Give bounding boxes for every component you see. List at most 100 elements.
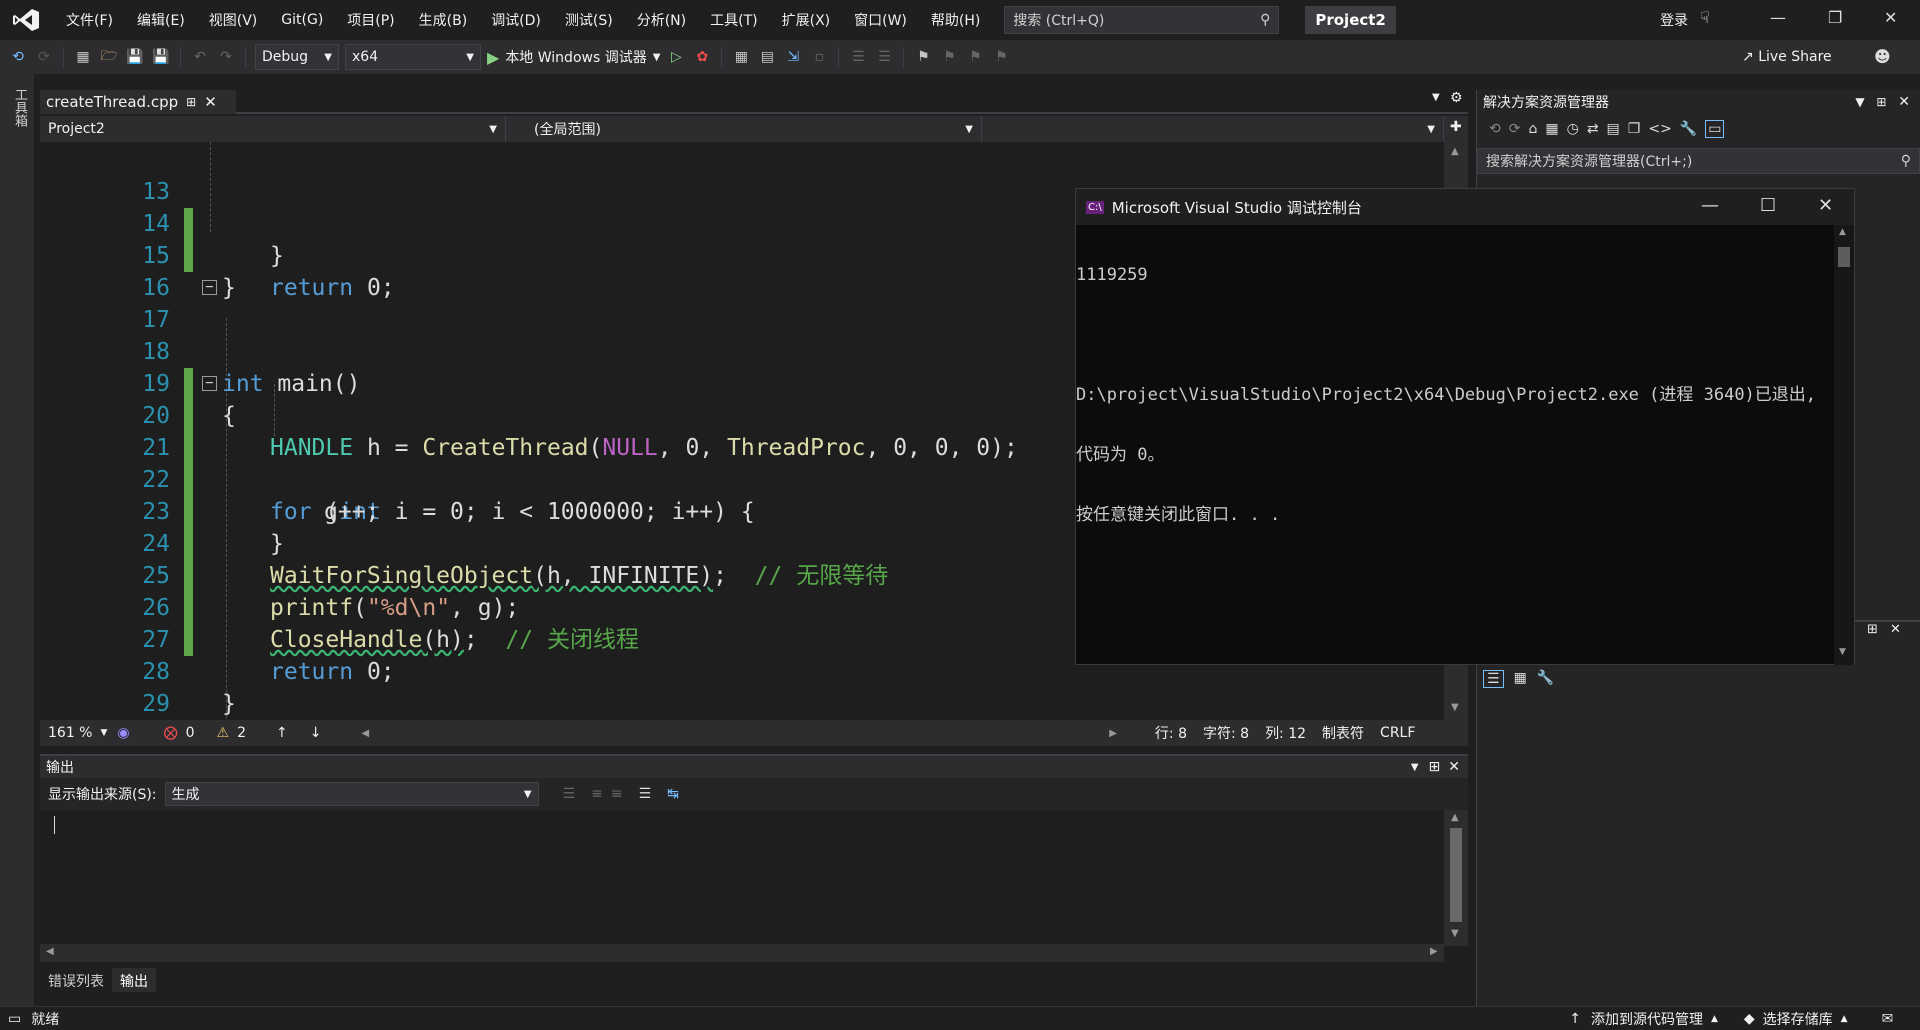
- history-icon[interactable]: ◷: [1567, 121, 1579, 137]
- indent-mode[interactable]: 制表符: [1314, 723, 1372, 743]
- menu-test[interactable]: 测试(S): [553, 10, 625, 30]
- nav-scope-dropdown[interactable]: (全局范围) ▼: [506, 116, 982, 142]
- scroll-left-icon[interactable]: ◀: [362, 728, 370, 739]
- tab-list-icon[interactable]: ▼: [1432, 92, 1440, 103]
- collapse-icon[interactable]: −: [202, 280, 217, 295]
- notification-icon[interactable]: ✉: [1882, 1011, 1894, 1027]
- scroll-right-icon[interactable]: ▶: [1109, 728, 1117, 739]
- menu-git[interactable]: Git(G): [269, 12, 335, 28]
- prev-message-icon[interactable]: ≡: [591, 786, 603, 802]
- toolbox-tab[interactable]: 工具箱: [10, 88, 29, 127]
- menu-edit[interactable]: 编辑(E): [125, 10, 197, 30]
- forward-icon[interactable]: ⟳: [34, 47, 54, 67]
- minimize-icon[interactable]: —: [1770, 8, 1786, 27]
- comment-icon[interactable]: ☰: [848, 47, 868, 67]
- zoom-level[interactable]: 161 %: [40, 725, 100, 741]
- tab-output[interactable]: 输出: [112, 968, 156, 992]
- scroll-thumb[interactable]: [1450, 828, 1462, 922]
- preview-icon[interactable]: ▭: [1705, 120, 1725, 138]
- close-icon[interactable]: ✕: [1898, 94, 1910, 110]
- pin-icon[interactable]: ⊞: [1867, 622, 1878, 637]
- minimize-icon[interactable]: —: [1701, 195, 1719, 216]
- property-pages-icon[interactable]: ▦: [1514, 670, 1527, 688]
- account-settings-icon[interactable]: ☟: [1700, 8, 1710, 27]
- menu-tools[interactable]: 工具(T): [698, 10, 769, 30]
- restore-icon[interactable]: ❐: [1828, 8, 1842, 27]
- pin-icon[interactable]: ⊞: [186, 95, 196, 109]
- debug-console-window[interactable]: C:\ Microsoft Visual Studio 调试控制台 — ☐ ✕ …: [1075, 188, 1855, 665]
- next-message-icon[interactable]: ≡: [611, 786, 623, 802]
- save-icon[interactable]: 💾: [125, 47, 145, 67]
- dropdown-icon[interactable]: ▼: [1411, 762, 1419, 773]
- next-bookmark-icon[interactable]: ⚑: [965, 47, 985, 67]
- properties-icon[interactable]: 🔧: [1680, 121, 1697, 137]
- pin-icon[interactable]: ⊞: [1876, 95, 1886, 109]
- console-scrollbar[interactable]: ▲ ▼: [1834, 225, 1854, 665]
- feedback-icon[interactable]: ☻: [1874, 47, 1891, 66]
- back-icon[interactable]: ⟲: [1489, 121, 1501, 137]
- browse-icon[interactable]: ▦: [731, 47, 751, 67]
- clear-bookmarks-icon[interactable]: ⚑: [991, 47, 1011, 67]
- categorized-icon[interactable]: ☰: [1483, 670, 1504, 688]
- close-icon[interactable]: ✕: [1890, 622, 1901, 637]
- live-share-button[interactable]: ↗ Live Share: [1742, 49, 1832, 65]
- redo-icon[interactable]: ↷: [216, 47, 236, 67]
- pin-icon[interactable]: ⊞: [1429, 759, 1441, 775]
- split-icon[interactable]: ✚: [1450, 119, 1462, 142]
- show-all-files-icon[interactable]: ❐: [1628, 121, 1641, 137]
- scroll-up-icon[interactable]: ▲: [1451, 146, 1459, 157]
- cursor-row[interactable]: 行: 8: [1147, 723, 1195, 743]
- warning-count[interactable]: 2: [229, 725, 276, 741]
- scroll-thumb[interactable]: [1838, 247, 1850, 267]
- menu-debug[interactable]: 调试(D): [479, 10, 553, 30]
- maximize-icon[interactable]: ☐: [1760, 195, 1776, 216]
- menu-help[interactable]: 帮助(H): [919, 10, 992, 30]
- add-source-control[interactable]: 添加到源代码管理: [1591, 1009, 1703, 1029]
- wrench-icon[interactable]: 🔧: [1537, 670, 1554, 688]
- scroll-up-icon[interactable]: ▲: [1839, 227, 1846, 237]
- menu-build[interactable]: 生成(B): [407, 10, 480, 30]
- back-icon[interactable]: ⟲: [8, 47, 28, 67]
- save-all-icon[interactable]: 💾: [151, 47, 171, 67]
- scroll-up-icon[interactable]: ▲: [1451, 812, 1459, 823]
- undo-icon[interactable]: ↶: [190, 47, 210, 67]
- prev-bookmark-icon[interactable]: ⚑: [939, 47, 959, 67]
- frame-icon[interactable]: ▫: [809, 47, 829, 67]
- config-select[interactable]: Debug ▼: [255, 44, 339, 70]
- scroll-right-icon[interactable]: ▶: [1430, 946, 1438, 957]
- bookmark-icon[interactable]: ⚑: [913, 47, 933, 67]
- home-icon[interactable]: ⌂: [1528, 121, 1537, 137]
- forward-icon[interactable]: ⟳: [1509, 121, 1521, 137]
- find-message-icon[interactable]: ☰: [563, 786, 576, 802]
- output-text-area[interactable]: [40, 810, 1444, 944]
- arrow-up-icon[interactable]: ↑: [276, 725, 288, 741]
- gear-icon[interactable]: ⚙: [1450, 90, 1463, 106]
- code-view-icon[interactable]: <>: [1648, 121, 1671, 137]
- sync-icon[interactable]: ⇄: [1587, 121, 1599, 137]
- scroll-left-icon[interactable]: ◀: [46, 946, 54, 957]
- collapse-icon[interactable]: −: [202, 376, 217, 391]
- output-horizontal-scrollbar[interactable]: ◀ ▶: [40, 944, 1444, 962]
- select-repository[interactable]: 选择存储库: [1763, 1009, 1833, 1029]
- close-icon[interactable]: ✕: [1884, 8, 1897, 27]
- nav-member-dropdown[interactable]: ▼: [982, 116, 1444, 142]
- cursor-column[interactable]: 列: 12: [1257, 723, 1314, 743]
- arrow-down-icon[interactable]: ↓: [310, 725, 322, 741]
- start-debugging-button[interactable]: ▶ 本地 Windows 调试器 ▼: [487, 47, 660, 67]
- tab-createthread[interactable]: createThread.cpp ⊞ ✕: [40, 90, 236, 114]
- menu-window[interactable]: 窗口(W): [842, 10, 919, 30]
- intellicode-icon[interactable]: ◉: [117, 725, 129, 741]
- layout-icon[interactable]: ▤: [757, 47, 777, 67]
- collapse-all-icon[interactable]: ▤: [1607, 121, 1620, 137]
- open-file-icon[interactable]: 🗁: [99, 47, 119, 67]
- cursor-char[interactable]: 字符: 8: [1195, 723, 1257, 743]
- start-without-debugging-icon[interactable]: ▷: [666, 47, 686, 67]
- menu-project[interactable]: 项目(P): [335, 10, 406, 30]
- login-link[interactable]: 登录: [1660, 10, 1688, 30]
- solution-search-input[interactable]: 搜索解决方案资源管理器(Ctrl+;) ⚲: [1477, 148, 1920, 174]
- step-icon[interactable]: ⇲: [783, 47, 803, 67]
- scroll-down-icon[interactable]: ▼: [1451, 928, 1459, 939]
- output-vertical-scrollbar[interactable]: ▲ ▼: [1444, 810, 1468, 946]
- output-source-select[interactable]: 生成 ▼: [164, 782, 539, 806]
- menu-file[interactable]: 文件(F): [54, 10, 125, 30]
